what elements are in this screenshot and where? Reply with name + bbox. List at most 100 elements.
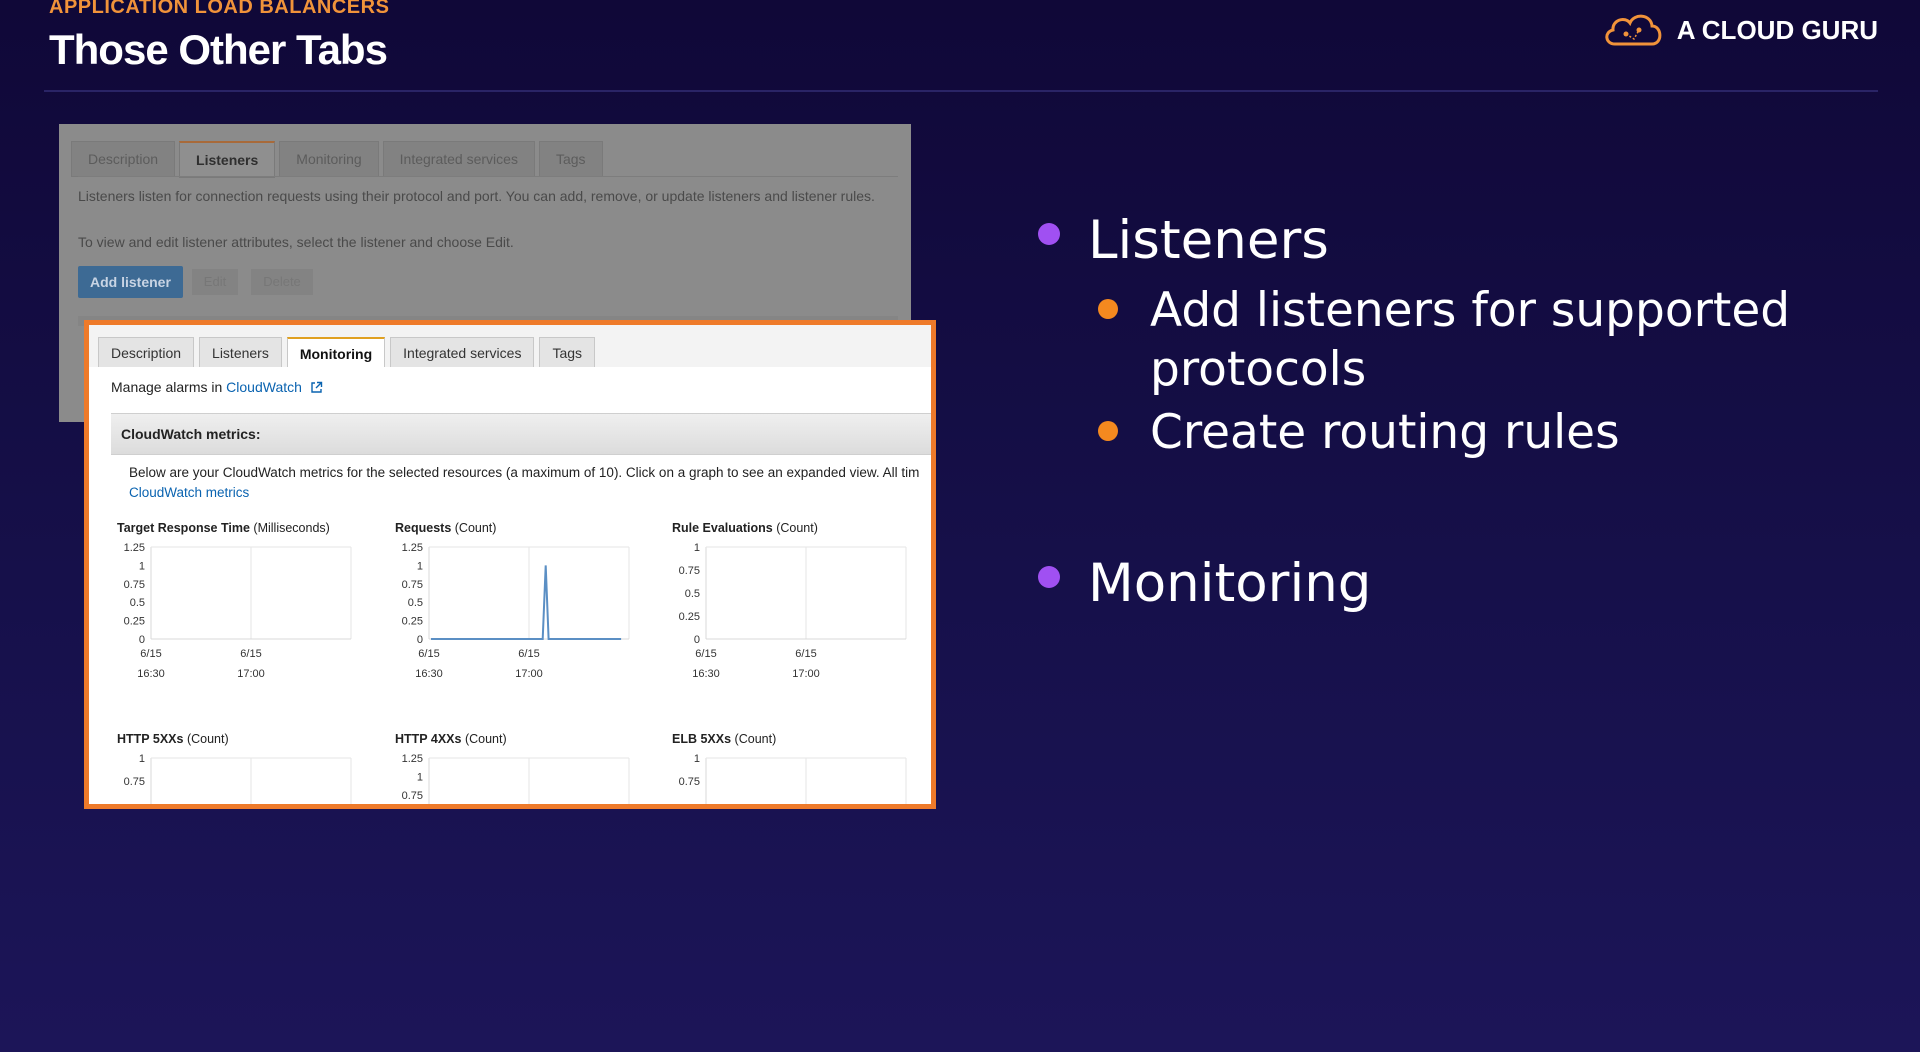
bg-tab-listeners[interactable]: Listeners	[179, 141, 276, 178]
y-tick-label: 1	[694, 753, 700, 765]
y-tick-label: 0	[139, 634, 145, 646]
chart-svg: 1.25 1 0.75 0.5 0.25 0 6/15 16:30 6/15 17:00	[124, 542, 352, 680]
y-tick-label: 0.75	[679, 776, 700, 788]
y-tick-label: 0.25	[402, 616, 423, 628]
sub-bullet-routing-rules: Create routing rules	[1030, 403, 1890, 462]
monitoring-tab-bar: Description Listeners Monitoring Integra…	[98, 337, 596, 369]
y-tick-label: 1.25	[402, 753, 423, 765]
chart-http-5xx[interactable]: HTTP 5XXs (Count) 1 0.75	[117, 732, 357, 804]
y-tick-label: 0.75	[402, 790, 423, 802]
external-link-icon[interactable]	[310, 381, 323, 394]
x-tick-time: 17:00	[792, 668, 820, 680]
bg-tab-integrated-services[interactable]: Integrated services	[382, 141, 535, 177]
monitoring-screenshot: Description Listeners Monitoring Integra…	[84, 320, 936, 809]
chart-title: Rule Evaluations (Count)	[672, 521, 912, 535]
edit-listener-label: Edit	[203, 274, 227, 289]
tab-listeners[interactable]: Listeners	[199, 337, 282, 368]
chart-svg: 1.25 1 0.75	[402, 753, 630, 804]
x-tick-time: 17:00	[237, 668, 265, 680]
y-tick-label: 0.75	[402, 579, 423, 591]
bullet-monitoring: Monitoring	[1030, 548, 1890, 620]
y-tick-label: 1	[417, 560, 423, 572]
x-tick-date: 6/15	[240, 648, 261, 660]
y-tick-label: 0	[417, 634, 423, 646]
chart-svg: 1.25 1 0.75 0.5 0.25 0 6/15 16:30 6/15 17:00	[402, 542, 630, 680]
chart-rule-evaluations[interactable]: Rule Evaluations (Count) 1 0.75 0.5 0.25 0 6/…	[672, 521, 912, 691]
chart-name: ELB 5XXs	[672, 732, 732, 746]
slide-title: Those Other Tabs	[49, 26, 388, 73]
chart-requests[interactable]: Requests (Count) 1.25 1 0.75 0.5 0.25 0 6/15 16…	[395, 521, 635, 691]
manage-alarms: Manage alarms in CloudWatch	[111, 379, 323, 395]
y-tick-label: 1.25	[402, 542, 423, 554]
y-tick-label: 0.25	[124, 616, 145, 628]
y-tick-label: 0	[694, 634, 700, 646]
tab-monitoring[interactable]: Monitoring	[286, 337, 386, 369]
x-tick-time: 17:00	[515, 668, 543, 680]
chart-name: HTTP 5XXs	[117, 732, 184, 746]
chart-unit: (Count)	[186, 732, 229, 746]
chart-unit: (Count)	[454, 521, 497, 535]
chart-name: Rule Evaluations	[672, 521, 773, 535]
delete-listener-button[interactable]: Delete	[251, 269, 313, 295]
chart-title: ELB 5XXs (Count)	[672, 732, 912, 746]
x-tick-date: 6/15	[695, 648, 716, 660]
chart-name: HTTP 4XXs	[395, 732, 462, 746]
tab-description[interactable]: Description	[98, 337, 195, 368]
listeners-tab-bar: Description Listeners Monitoring Integra…	[71, 141, 603, 178]
y-tick-label: 1	[139, 560, 145, 572]
listeners-edit-text: To view and edit listener attributes, se…	[78, 234, 514, 250]
bg-tab-description[interactable]: Description	[71, 141, 176, 177]
manage-alarms-text: Manage alarms in	[111, 379, 223, 395]
metrics-header-bar: CloudWatch metrics:	[111, 413, 931, 455]
header-divider	[44, 90, 1878, 92]
x-tick-date: 6/15	[418, 648, 439, 660]
tab-tags[interactable]: Tags	[539, 337, 596, 368]
chart-elb-5xx[interactable]: ELB 5XXs (Count) 1 0.75	[672, 732, 912, 804]
logo-text: A CLOUD GURU	[1676, 14, 1878, 45]
cloudwatch-metrics-link[interactable]: CloudWatch metrics	[129, 485, 249, 500]
series-line	[431, 565, 622, 640]
x-tick-time: 16:30	[692, 668, 720, 680]
slide-eyebrow: APPLICATION LOAD BALANCERS	[49, 0, 390, 18]
chart-http-4xx[interactable]: HTTP 4XXs (Count) 1.25 1 0.75	[395, 732, 635, 804]
monitoring-panel: Manage alarms in CloudWatch CloudWatch m…	[89, 367, 931, 804]
y-tick-label: 0.25	[679, 611, 700, 623]
bullet-gap	[1030, 462, 1890, 548]
add-listener-button[interactable]: Add listener	[78, 266, 183, 298]
tab-integrated-services[interactable]: Integrated services	[390, 337, 535, 368]
y-tick-label: 1	[694, 542, 700, 554]
listeners-help-text: Listeners listen for connection requests…	[78, 188, 875, 204]
y-tick-label: 0.75	[679, 565, 700, 577]
x-tick-date: 6/15	[795, 648, 816, 660]
x-tick-time: 16:30	[137, 668, 165, 680]
bullet-listeners: Listeners	[1030, 205, 1890, 277]
chart-name: Requests	[395, 521, 452, 535]
chart-svg: 1 0.75 0.5 0.25 0 6/15 16:30 6/15 17:00	[679, 542, 907, 680]
cloudwatch-link[interactable]: CloudWatch	[226, 379, 302, 395]
bg-tab-monitoring[interactable]: Monitoring	[279, 141, 379, 177]
chart-svg: 10.75	[124, 753, 352, 804]
delete-listener-label: Delete	[263, 274, 301, 289]
y-tick-label: 1	[139, 753, 145, 765]
bg-tab-tags[interactable]: Tags	[538, 141, 603, 177]
chart-title: HTTP 4XXs (Count)	[395, 732, 635, 746]
chart-title: HTTP 5XXs (Count)	[117, 732, 357, 746]
bg-tab-underline	[78, 176, 898, 177]
cloud-logo-icon	[1605, 14, 1662, 46]
chart-unit: (Count)	[464, 732, 507, 746]
chart-unit: (Count)	[734, 732, 777, 746]
y-tick-label: 0.5	[685, 588, 700, 600]
metrics-description: Below are your CloudWatch metrics for th…	[129, 465, 920, 480]
y-tick-label: 0.75	[124, 776, 145, 788]
chart-svg: 10.75	[679, 753, 907, 804]
bullet-list: Listeners Add listeners for supported pr…	[1030, 205, 1890, 620]
logo: A CLOUD GURU	[1601, 10, 1878, 50]
chart-target-response-time[interactable]: Target Response Time (Milliseconds) 1.25…	[117, 521, 357, 691]
y-tick-label: 0.5	[130, 597, 145, 609]
chart-unit: (Count)	[776, 521, 818, 535]
chart-unit: (Milliseconds)	[253, 521, 330, 535]
y-tick-label: 0.75	[124, 579, 145, 591]
x-tick-date: 6/15	[140, 648, 161, 660]
edit-listener-button[interactable]: Edit	[192, 269, 238, 295]
sub-bullet-add-listeners: Add listeners for supported protocols	[1030, 281, 1890, 399]
